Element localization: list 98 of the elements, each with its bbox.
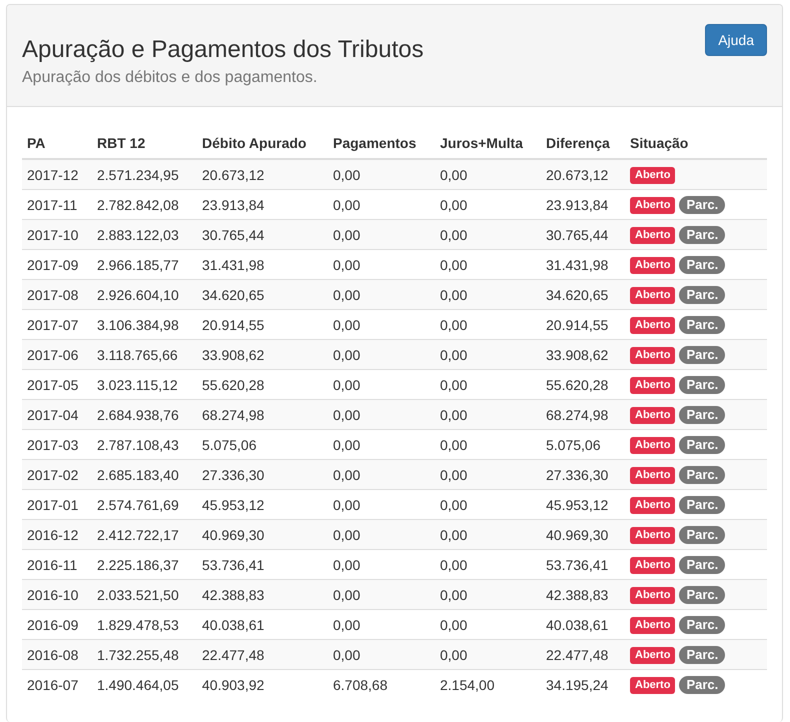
table-cell: 0,00 — [435, 340, 541, 370]
status-label: Aberto — [630, 376, 676, 394]
table-cell: 34.620,65 — [541, 280, 625, 310]
status-label: Aberto — [630, 556, 676, 574]
table-cell: 40.903,92 — [197, 670, 328, 699]
installment-badge: Parc. — [679, 226, 726, 244]
installment-badge: Parc. — [679, 436, 726, 454]
table-cell: 0,00 — [328, 220, 435, 250]
installment-badge: Parc. — [679, 286, 726, 304]
table-cell: 34.195,24 — [541, 670, 625, 699]
status-label: Aberto — [630, 346, 676, 364]
status-label: Aberto — [630, 256, 676, 274]
installment-badge: Parc. — [679, 526, 726, 544]
table-cell: 2.684.938,76 — [92, 400, 197, 430]
status-label: Aberto — [630, 496, 676, 514]
table-cell: 22.477,48 — [541, 640, 625, 670]
table-cell: 0,00 — [328, 400, 435, 430]
status-label: Aberto — [630, 616, 676, 634]
table-cell: 30.765,44 — [541, 220, 625, 250]
table-cell: 2.685.183,40 — [92, 460, 197, 490]
installment-badge: Parc. — [679, 196, 726, 214]
table-cell: 6.708,68 — [328, 670, 435, 699]
installment-badge: Parc. — [679, 586, 726, 604]
installment-badge: Parc. — [679, 316, 726, 334]
installment-badge: Parc. — [679, 496, 726, 514]
status-label: Aberto — [630, 196, 676, 214]
table-cell: 0,00 — [435, 520, 541, 550]
table-cell: 2.154,00 — [435, 670, 541, 699]
table-cell: 2016-10 — [22, 580, 92, 610]
table-cell: 2017-12 — [22, 159, 92, 190]
table-cell: 42.388,83 — [197, 580, 328, 610]
status-label: Aberto — [630, 226, 676, 244]
page-subtitle: Apuração dos débitos e dos pagamentos. — [22, 69, 318, 87]
table-cell: 2016-08 — [22, 640, 92, 670]
installment-badge: Parc. — [679, 466, 726, 484]
table-cell: 68.274,98 — [197, 400, 328, 430]
table-cell: 2017-06 — [22, 340, 92, 370]
table-cell: 0,00 — [435, 280, 541, 310]
table-cell: 2.033.521,50 — [92, 580, 197, 610]
table-cell: 2017-04 — [22, 400, 92, 430]
table-cell: 0,00 — [328, 520, 435, 550]
help-button[interactable]: Ajuda — [705, 24, 767, 56]
table-cell: 20.673,12 — [541, 159, 625, 190]
status-label: Aberto — [630, 646, 676, 664]
installment-badge: Parc. — [679, 556, 726, 574]
table-cell: 40.969,30 — [197, 520, 328, 550]
table-cell: 33.908,62 — [197, 340, 328, 370]
table-cell: 27.336,30 — [541, 460, 625, 490]
table-cell: 0,00 — [435, 460, 541, 490]
status-label: Aberto — [630, 436, 676, 454]
table-cell: 0,00 — [435, 640, 541, 670]
table-cell: 68.274,98 — [541, 400, 625, 430]
status-label: Aberto — [630, 586, 676, 604]
status-label: Aberto — [630, 676, 676, 694]
table-cell: 42.388,83 — [541, 580, 625, 610]
status-label: Aberto — [630, 316, 676, 334]
table-cell: 0,00 — [328, 640, 435, 670]
table-cell: 33.908,62 — [541, 340, 625, 370]
table-cell: 0,00 — [328, 280, 435, 310]
installment-badge: Parc. — [679, 256, 726, 274]
table-cell: 2017-02 — [22, 460, 92, 490]
status-label: Aberto — [630, 286, 676, 304]
table-cell: 0,00 — [435, 159, 541, 190]
table-cell: 2017-08 — [22, 280, 92, 310]
installment-badge: Parc. — [679, 346, 726, 364]
table-cell: 2016-12 — [22, 520, 92, 550]
status-label: Aberto — [630, 166, 676, 184]
table-cell: 0,00 — [328, 159, 435, 190]
page-title: Apuração e Pagamentos dos Tributos — [22, 35, 424, 65]
status-label: Aberto — [630, 526, 676, 544]
table-cell: 3.118.765,66 — [92, 340, 197, 370]
status-label: Aberto — [630, 406, 676, 424]
table-cell: 0,00 — [435, 400, 541, 430]
table-cell: 30.765,44 — [197, 220, 328, 250]
table-cell: 0,00 — [435, 580, 541, 610]
table-cell: 2.926.604,10 — [92, 280, 197, 310]
table-cell: 22.477,48 — [197, 640, 328, 670]
installment-badge: Parc. — [679, 376, 726, 394]
table-cell: 2017-10 — [22, 220, 92, 250]
table-cell: 34.620,65 — [197, 280, 328, 310]
status-label: Aberto — [630, 466, 676, 484]
installment-badge: Parc. — [679, 406, 726, 424]
table-cell: 0,00 — [328, 580, 435, 610]
table-cell: 0,00 — [435, 220, 541, 250]
table-cell: 40.969,30 — [541, 520, 625, 550]
installment-badge: Parc. — [679, 676, 726, 694]
installment-badge: Parc. — [679, 616, 726, 634]
table-cell: 2.571.234,95 — [92, 159, 197, 190]
installment-badge: Parc. — [679, 646, 726, 664]
table-cell: 2.883.122,03 — [92, 220, 197, 250]
table-cell: 2016-07 — [22, 670, 92, 699]
table-cell: 1.490.464,05 — [92, 670, 197, 699]
table-cell: 27.336,30 — [197, 460, 328, 490]
table-cell: 0,00 — [328, 460, 435, 490]
table-cell: 0,00 — [328, 340, 435, 370]
table-cell: 1.732.255,48 — [92, 640, 197, 670]
table-cell: 2.412.722,17 — [92, 520, 197, 550]
table-cell: 20.673,12 — [197, 159, 328, 190]
